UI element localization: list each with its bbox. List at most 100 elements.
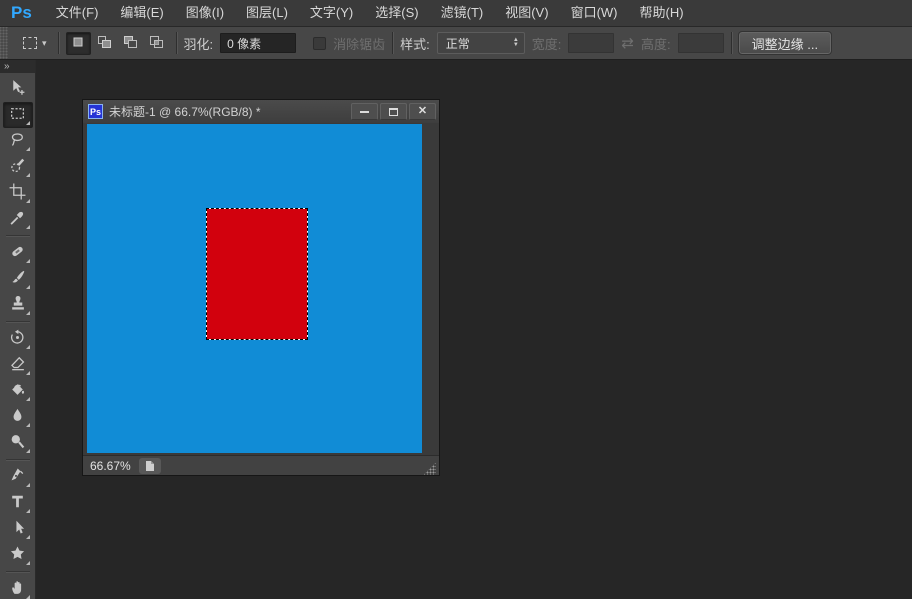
height-label: 高度:	[641, 34, 671, 53]
selected-red-region	[207, 209, 307, 339]
window-buttons: ✕	[351, 103, 436, 120]
menubar-item[interactable]: 选择(S)	[364, 0, 429, 26]
menubar-item[interactable]: 图像(I)	[175, 0, 235, 26]
brush-icon	[9, 269, 26, 289]
maximize-button[interactable]	[380, 103, 407, 120]
width-label: 宽度:	[532, 34, 562, 53]
menubar-item[interactable]: 文字(Y)	[299, 0, 364, 26]
eyedropper-icon	[9, 209, 26, 229]
quick-selection-tool[interactable]	[3, 154, 33, 180]
divider	[392, 32, 393, 54]
paint-bucket-tool[interactable]	[3, 378, 33, 404]
crop-tool[interactable]	[3, 180, 33, 206]
swap-dimensions-icon: ⇄	[621, 34, 634, 52]
tool-group-divider	[6, 571, 30, 572]
path-selection-tool[interactable]	[3, 516, 33, 542]
move-tool[interactable]	[3, 76, 33, 102]
flyout-triangle-icon	[26, 483, 30, 487]
flyout-triangle-icon	[26, 509, 30, 513]
collapse-panel-button[interactable]: »	[0, 60, 35, 73]
flyout-triangle-icon	[26, 311, 30, 315]
quick-select-icon	[9, 157, 26, 177]
menubar-item[interactable]: 文件(F)	[45, 0, 110, 26]
feather-input[interactable]	[220, 33, 296, 53]
document-titlebar[interactable]: Ps 未标题-1 @ 66.7%(RGB/8) * ✕	[83, 100, 439, 123]
canvas-document[interactable]	[87, 124, 422, 453]
flyout-triangle-icon	[26, 423, 30, 427]
window-resize-grip[interactable]	[423, 462, 436, 475]
menubar-item[interactable]: 帮助(H)	[629, 0, 695, 26]
crop-icon	[9, 183, 26, 203]
menubar-item[interactable]: 视图(V)	[494, 0, 559, 26]
menubar-item[interactable]: 图层(L)	[235, 0, 299, 26]
type-tool[interactable]	[3, 490, 33, 516]
flyout-triangle-icon	[26, 449, 30, 453]
flyout-triangle-icon	[26, 595, 30, 599]
clone-stamp-tool[interactable]	[3, 292, 33, 318]
height-input	[678, 33, 724, 53]
new-selection-icon	[70, 35, 86, 52]
width-input	[568, 33, 614, 53]
subtract-from-selection-button[interactable]	[118, 32, 143, 55]
eraser-icon	[9, 355, 26, 375]
add-to-selection-button[interactable]	[92, 32, 117, 55]
workspace: Ps 未标题-1 @ 66.7%(RGB/8) * ✕ 66.67%	[36, 60, 912, 599]
selection-mode-group	[66, 32, 169, 55]
eyedropper-tool[interactable]	[3, 206, 33, 232]
intersect-selection-button[interactable]	[144, 32, 169, 55]
feather-label: 羽化:	[184, 34, 214, 53]
close-button[interactable]: ✕	[409, 103, 436, 120]
tool-group-divider	[6, 459, 30, 460]
marquee-icon	[9, 105, 26, 125]
healing-icon	[9, 243, 26, 263]
zoom-level-field[interactable]: 66.67%	[90, 459, 131, 473]
eraser-tool[interactable]	[3, 352, 33, 378]
flyout-triangle-icon	[26, 397, 30, 401]
divider	[58, 32, 59, 54]
dodge-tool[interactable]	[3, 430, 33, 456]
menubar-item[interactable]: 编辑(E)	[109, 0, 174, 26]
dodge-icon	[9, 433, 26, 453]
marquee-preset-icon	[23, 37, 37, 49]
hand-tool[interactable]	[3, 576, 33, 599]
paint-bucket-icon	[9, 381, 26, 401]
tools-panel: »	[0, 60, 36, 599]
refine-edge-button[interactable]: 调整边缘 ...	[739, 32, 831, 54]
flyout-triangle-icon	[26, 173, 30, 177]
flyout-triangle-icon	[26, 147, 30, 151]
move-icon	[9, 79, 26, 99]
antialias-label: 消除锯齿	[333, 34, 385, 53]
spot-healing-brush-tool[interactable]	[3, 240, 33, 266]
style-select[interactable]: 正常 ▲▼	[437, 32, 525, 54]
flyout-triangle-icon	[26, 345, 30, 349]
subtract-selection-icon	[122, 35, 138, 52]
blur-icon	[9, 407, 26, 427]
path-select-icon	[9, 519, 26, 539]
type-icon	[9, 493, 26, 513]
rectangular-marquee-tool[interactable]	[3, 102, 33, 128]
custom-shape-tool[interactable]	[3, 542, 33, 568]
flyout-triangle-icon	[26, 561, 30, 565]
history-brush-tool[interactable]	[3, 326, 33, 352]
flyout-triangle-icon	[26, 225, 30, 229]
canvas-area[interactable]	[83, 123, 439, 455]
menubar-item[interactable]: 窗口(W)	[560, 0, 629, 26]
new-selection-button[interactable]	[66, 32, 91, 55]
options-bar-grip[interactable]	[0, 27, 8, 59]
flyout-triangle-icon	[26, 121, 30, 125]
tool-preset-button[interactable]: ▾	[19, 34, 51, 52]
document-title: 未标题-1 @ 66.7%(RGB/8) *	[109, 103, 345, 120]
blur-tool[interactable]	[3, 404, 33, 430]
tool-group-divider	[6, 235, 30, 236]
history-brush-icon	[9, 329, 26, 349]
pen-tool[interactable]	[3, 464, 33, 490]
photoshop-app: Ps 文件(F)编辑(E)图像(I)图层(L)文字(Y)选择(S)滤镜(T)视图…	[0, 0, 912, 599]
document-info-icon[interactable]	[139, 458, 161, 474]
style-label: 样式:	[400, 34, 430, 53]
menubar-item[interactable]: 滤镜(T)	[430, 0, 495, 26]
lasso-tool[interactable]	[3, 128, 33, 154]
brush-tool[interactable]	[3, 266, 33, 292]
minimize-button[interactable]	[351, 103, 378, 120]
flyout-triangle-icon	[26, 371, 30, 375]
antialias-checkbox	[313, 37, 326, 50]
